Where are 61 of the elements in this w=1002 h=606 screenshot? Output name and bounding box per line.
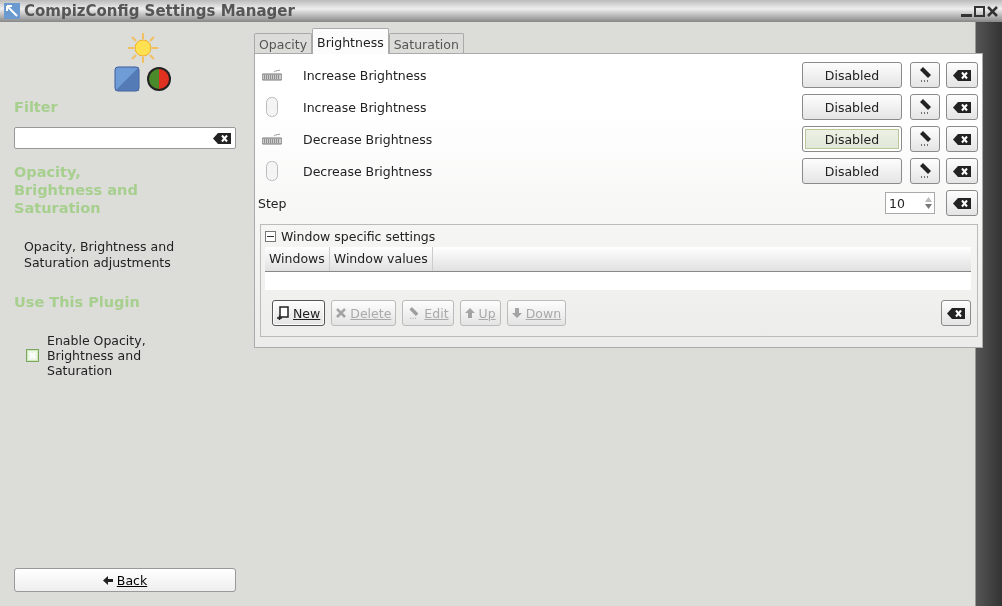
binding-label: Increase Brightness <box>303 99 428 115</box>
plugin-description: Opacity, Brightness and Saturation adjustments <box>24 239 176 271</box>
tab[interactable]: Opacity <box>254 33 313 53</box>
collapse-toggle[interactable] <box>265 230 276 242</box>
filter-heading: Filter <box>14 98 59 116</box>
clear-icon <box>947 307 965 319</box>
arrow-up-icon <box>464 308 475 318</box>
reset-button[interactable] <box>941 300 971 326</box>
clear-icon <box>953 69 971 81</box>
enable-checkbox[interactable] <box>26 349 39 362</box>
column-header[interactable]: Window values <box>329 247 433 271</box>
clear-icon <box>953 165 971 177</box>
saturation-icon <box>146 66 172 92</box>
new-button[interactable]: New <box>272 300 326 326</box>
binding-button[interactable]: Disabled <box>802 62 902 88</box>
edit-button[interactable] <box>910 62 940 88</box>
edit-button[interactable] <box>910 158 940 184</box>
reset-button[interactable] <box>946 62 978 88</box>
window-title: CompizConfig Settings Manager <box>24 2 296 20</box>
reset-button[interactable] <box>946 94 978 120</box>
opacity-icon <box>114 66 140 92</box>
clear-icon <box>953 133 971 145</box>
back-button[interactable]: Back <box>14 568 236 592</box>
clear-icon <box>953 197 971 209</box>
filter-field[interactable] <box>14 127 236 149</box>
app-icon <box>4 3 20 19</box>
keyboard-icon <box>262 69 282 81</box>
reset-button[interactable] <box>946 158 978 184</box>
binding-label: Decrease Brightness <box>303 131 434 147</box>
sun-icon <box>127 32 159 64</box>
arrow-down-icon <box>511 308 522 318</box>
keyboard-icon <box>262 133 282 145</box>
edit-button[interactable] <box>910 126 940 152</box>
binding-button[interactable]: Disabled <box>802 94 902 120</box>
spin-down-icon[interactable] <box>925 204 932 209</box>
section-title: Window specific settings <box>281 228 436 244</box>
clear-icon <box>213 132 231 144</box>
binding-label: Decrease Brightness <box>303 163 434 179</box>
clear-icon <box>953 101 971 113</box>
mouse-icon <box>266 97 278 117</box>
close-icon[interactable] <box>987 5 998 17</box>
binding-button[interactable]: Disabled <box>802 158 902 184</box>
reset-button[interactable] <box>946 126 978 152</box>
step-spinbox[interactable]: 10 <box>885 192 935 214</box>
delete-icon <box>336 308 347 318</box>
arrow-left-icon <box>102 575 113 585</box>
new-icon <box>277 306 289 320</box>
edit-button[interactable] <box>910 94 940 120</box>
reset-button[interactable] <box>946 190 978 216</box>
binding-button[interactable]: Disabled <box>802 126 902 152</box>
mouse-icon <box>266 161 278 181</box>
tab[interactable]: Saturation <box>388 33 464 53</box>
tab[interactable]: Brightness <box>312 28 389 54</box>
pencil-icon <box>407 306 421 320</box>
binding-label: Increase Brightness <box>303 67 428 83</box>
maximize-icon[interactable] <box>974 5 985 17</box>
checkbox-label: Enable Opacity, Brightness and Saturation <box>47 333 147 378</box>
step-label: Step <box>258 195 288 211</box>
section-heading: Use This Plugin <box>14 293 141 311</box>
column-header[interactable]: Windows <box>265 247 330 271</box>
plugin-heading: Opacity, Brightness and Saturation <box>14 163 139 217</box>
